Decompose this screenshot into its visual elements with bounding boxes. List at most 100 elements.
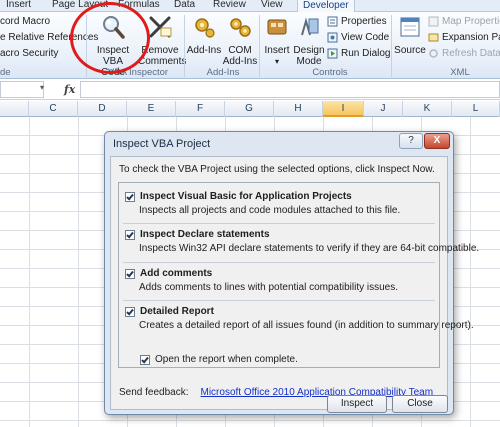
group-divider — [391, 15, 392, 77]
close-button[interactable]: Close — [392, 395, 448, 413]
checkmark-icon — [126, 307, 134, 315]
divider — [123, 262, 435, 263]
map-properties-label: Map Properties — [442, 16, 500, 27]
close-icon[interactable]: X — [424, 133, 450, 149]
design-mode-icon — [301, 17, 319, 36]
group-divider — [259, 15, 260, 77]
name-box[interactable] — [0, 81, 44, 98]
column-header[interactable]: G — [225, 101, 274, 117]
option-description: Creates a detailed report of all issues … — [139, 320, 474, 331]
expansion-packs-button[interactable]: Expansion Packs — [428, 32, 500, 43]
column-header[interactable]: F — [176, 101, 225, 117]
add-ins-button[interactable]: Add-Ins — [186, 14, 222, 56]
open-report-option: Open the report when complete. — [140, 354, 298, 365]
view-code-label: View Code — [341, 32, 390, 43]
add-ins-label: Add-Ins — [186, 45, 222, 56]
com-label-2: Add-Ins — [222, 56, 258, 67]
add-ins-group-label: Add-Ins — [206, 67, 240, 78]
chevron-down-icon[interactable]: ▾ — [40, 83, 44, 92]
xml-source-icon — [400, 17, 420, 37]
remove-comments-label-2: Comments — [138, 56, 187, 67]
column-headers: C D E F G H I J K L — [0, 101, 500, 117]
option-detailed-report: Detailed Report Creates a detailed repor… — [125, 306, 474, 331]
run-dialog-label: Run Dialog — [341, 48, 391, 59]
gear-icon — [195, 18, 215, 38]
run-dialog-icon — [327, 48, 338, 59]
feedback-label: Send feedback: — [119, 387, 189, 398]
option-description: Inspects Win32 API declare statements to… — [139, 243, 480, 254]
detailed-report-checkbox[interactable] — [125, 306, 135, 317]
select-all-corner[interactable] — [0, 101, 29, 117]
insert-control-button[interactable]: Insert ▾ — [261, 14, 293, 67]
controls-group-label: Controls — [312, 67, 348, 78]
divider — [123, 300, 435, 301]
source-button[interactable]: Source — [393, 14, 427, 56]
com-add-ins-button[interactable]: COM Add-Ins — [222, 14, 258, 67]
map-properties-button[interactable]: Map Properties — [428, 16, 500, 27]
view-code-button[interactable]: View Code — [327, 32, 389, 43]
group-divider — [184, 15, 185, 77]
formula-bar: ▾ fx — [0, 80, 500, 100]
option-description: Adds comments to lines with potential co… — [139, 282, 399, 293]
properties-button[interactable]: Properties — [327, 16, 387, 27]
open-report-checkbox[interactable] — [140, 354, 150, 365]
ribbon-tab-bar: Insert Page Layout Formulas Data Review … — [0, 0, 500, 12]
tab-view[interactable]: View — [261, 0, 283, 11]
inspect-button[interactable]: Inspect — [327, 395, 387, 413]
inspect-declare-checkbox[interactable] — [125, 229, 135, 240]
column-header[interactable]: L — [452, 101, 500, 117]
expansion-packs-label: Expansion Packs — [442, 32, 500, 43]
macro-security-button[interactable]: acro Security — [0, 48, 58, 59]
option-label: Detailed Report — [140, 306, 214, 317]
add-comments-checkbox[interactable] — [125, 268, 135, 279]
chevron-down-icon: ▾ — [274, 57, 279, 66]
checkmark-icon — [126, 230, 134, 238]
inspect-vba-checkbox[interactable] — [125, 191, 135, 202]
option-inspect-vba-projects: Inspect Visual Basic for Application Pro… — [125, 191, 400, 216]
annotation-circle — [70, 2, 150, 74]
properties-label: Properties — [341, 16, 387, 27]
formula-input[interactable] — [80, 81, 500, 98]
options-group: Inspect Visual Basic for Application Pro… — [118, 182, 479, 368]
refresh-data-label: Refresh Data — [442, 48, 500, 59]
source-label: Source — [394, 45, 426, 56]
fx-icon[interactable]: fx — [64, 83, 75, 96]
column-header[interactable]: J — [364, 101, 403, 117]
dialog-body: To check the VBA Project using the selec… — [110, 156, 479, 410]
column-header[interactable]: H — [274, 101, 323, 117]
option-label: Inspect Declare statements — [140, 229, 270, 240]
tab-insert[interactable]: Insert — [6, 0, 31, 11]
open-report-label: Open the report when complete. — [155, 354, 298, 365]
design-mode-button[interactable]: Design Mode — [292, 14, 326, 67]
option-label: Add comments — [140, 268, 213, 279]
option-inspect-declare: Inspect Declare statements Inspects Win3… — [125, 229, 479, 254]
run-dialog-button[interactable]: Run Dialog — [327, 48, 390, 59]
column-header[interactable]: K — [403, 101, 452, 117]
tab-review[interactable]: Review — [213, 0, 246, 11]
column-header-selected[interactable]: I — [323, 101, 364, 117]
properties-icon — [327, 16, 338, 27]
xml-group-label: XML — [450, 67, 470, 78]
tab-developer[interactable]: Developer — [297, 0, 355, 12]
column-header[interactable]: E — [127, 101, 176, 117]
macro-security-label: acro Security — [0, 48, 59, 59]
checkmark-icon — [141, 355, 149, 363]
column-header[interactable]: D — [78, 101, 127, 117]
view-code-icon — [327, 32, 338, 43]
refresh-data-button[interactable]: Refresh Data — [428, 48, 500, 59]
divider — [123, 223, 435, 224]
com-label-1: COM — [228, 45, 252, 56]
help-button[interactable]: ? — [399, 133, 423, 149]
option-label: Inspect Visual Basic for Application Pro… — [140, 191, 352, 202]
record-macro-button[interactable]: cord Macro — [0, 16, 50, 27]
inspect-vba-project-dialog: Inspect VBA Project ? X To check the VBA… — [104, 131, 479, 415]
option-add-comments: Add comments Adds comments to lines with… — [125, 268, 398, 293]
expansion-packs-icon — [428, 33, 439, 42]
column-header[interactable]: C — [29, 101, 78, 117]
toolbox-icon — [267, 19, 287, 35]
dialog-intro-text: To check the VBA Project using the selec… — [119, 164, 435, 175]
option-description: Inspects all projects and code modules a… — [139, 205, 401, 216]
record-macro-label: cord Macro — [0, 16, 51, 27]
map-properties-icon — [428, 16, 439, 27]
tab-data[interactable]: Data — [174, 0, 195, 11]
